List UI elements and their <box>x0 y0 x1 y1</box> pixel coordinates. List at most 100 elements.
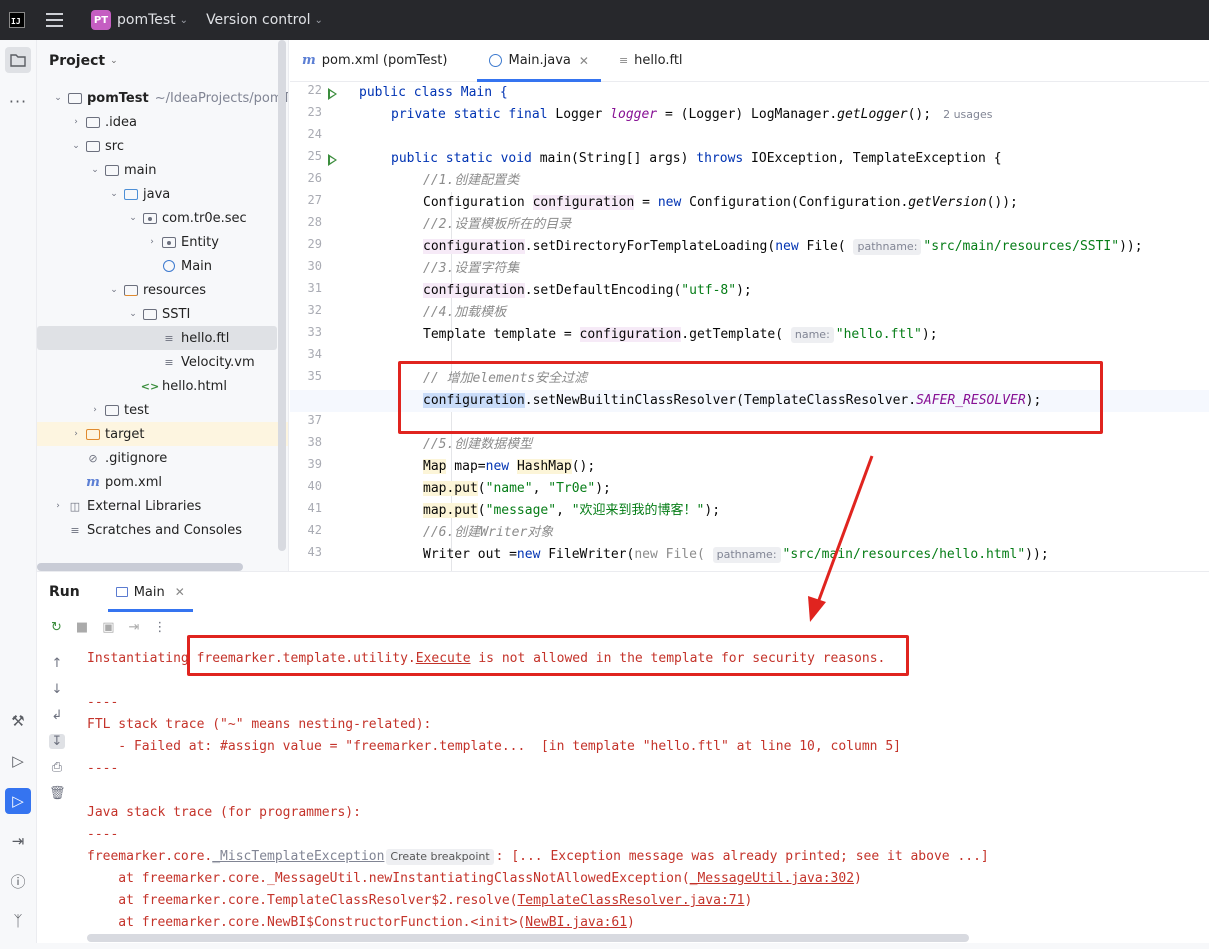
tree-item-pomtest[interactable]: ⌄ pomTest ~/IdeaProjects/pomTe <box>37 86 288 110</box>
console-icon <box>115 587 128 597</box>
console-line: at freemarker.core._MessageUtil.newInsta… <box>87 871 862 886</box>
maven-file-icon: m <box>302 53 316 68</box>
tree-item-scratches[interactable]: ≡ Scratches and Consoles <box>37 518 288 542</box>
console-output[interactable]: Instantiating freemarker.template.utilit… <box>87 648 1209 938</box>
run-side-toolbar: ↑ ↓ ↲ ↧ ⎙ 🗑 <box>37 650 75 949</box>
problems-icon[interactable]: ⓘ <box>5 868 31 894</box>
tree-item-idea[interactable]: › .idea <box>37 110 288 134</box>
tree-item-label: Velocity.vm <box>181 354 255 370</box>
usages-hint[interactable]: 2 usages <box>943 108 992 121</box>
services-icon[interactable]: ▷ <box>5 748 31 774</box>
chevron-down-icon[interactable]: ⌄ <box>107 189 121 199</box>
project-vertical-scrollbar[interactable] <box>278 40 286 551</box>
print-icon[interactable]: ⎙ <box>49 760 65 775</box>
chevron-down-icon: ⌄ <box>110 56 118 66</box>
line-number: 41 <box>307 501 322 515</box>
tree-item-entity[interactable]: › Entity <box>37 230 288 254</box>
tree-item-velocity[interactable]: ≡ Velocity.vm <box>37 350 288 374</box>
project-badge[interactable]: PT <box>91 10 111 30</box>
tree-item-main[interactable]: ⌄ main <box>37 158 288 182</box>
close-icon[interactable]: ✕ <box>175 585 185 599</box>
chevron-down-icon[interactable]: ⌄ <box>88 165 102 175</box>
project-horizontal-scrollbar[interactable] <box>37 563 243 571</box>
left-tool-strip: ··· ⚒ ▷ ▷ ⇥ ⓘ ᛉ <box>0 40 37 949</box>
close-icon[interactable]: ✕ <box>579 54 589 68</box>
git-icon[interactable]: ᛉ <box>5 908 31 934</box>
soft-wrap-icon[interactable]: ↲ <box>49 708 65 723</box>
tree-item-pom[interactable]: m pom.xml <box>37 470 288 494</box>
tab-hello-ftl[interactable]: ≡ hello.ftl <box>607 40 695 81</box>
run-gutter-icon[interactable] <box>328 88 337 100</box>
chevron-down-icon[interactable]: ⌄ <box>51 93 65 103</box>
build-hammer-icon[interactable]: ⚒ <box>5 708 31 734</box>
maven-file-icon: m <box>86 474 100 490</box>
param-hint: name: <box>790 327 834 343</box>
version-control-menu[interactable]: Version control <box>206 12 310 28</box>
text-file-icon: ≡ <box>164 331 174 345</box>
console-horizontal-scrollbar[interactable] <box>87 934 969 942</box>
tree-item-test[interactable]: › test <box>37 398 288 422</box>
chevron-right-icon[interactable]: › <box>51 501 65 511</box>
main-menu-icon[interactable] <box>46 13 63 27</box>
tree-item-package[interactable]: ⌄ com.tr0e.sec <box>37 206 288 230</box>
source-link[interactable]: _MessageUtil.java:302 <box>690 871 854 886</box>
module-folder-icon <box>67 91 83 105</box>
rerun-icon[interactable]: ↻ <box>51 620 62 635</box>
chevron-down-icon[interactable]: ⌄ <box>126 309 140 319</box>
folder-icon <box>104 163 120 177</box>
chevron-down-icon[interactable]: ⌄ <box>69 141 83 151</box>
intellij-logo-icon[interactable]: IJ <box>9 12 25 28</box>
tree-item-main-class[interactable]: Main <box>37 254 288 278</box>
chevron-down-icon[interactable]: ⌄ <box>107 285 121 295</box>
line-number: 32 <box>307 303 322 317</box>
code-line-26: //1.创建配置类 <box>423 173 520 188</box>
line-number: 39 <box>307 457 322 471</box>
tab-main-java[interactable]: Main.java ✕ <box>477 40 602 82</box>
tree-item-hello-html[interactable]: <> hello.html <box>37 374 288 398</box>
terminal-icon[interactable]: ⇥ <box>5 828 31 854</box>
run-tool-icon[interactable]: ▷ <box>5 788 31 814</box>
camera-icon[interactable]: ▣ <box>102 620 114 635</box>
run-tab-main[interactable]: Main ✕ <box>107 572 193 612</box>
source-link[interactable]: TemplateClassResolver.java:71 <box>517 893 744 908</box>
project-panel-header[interactable]: Project ⌄ <box>37 40 288 82</box>
tree-item-hello-ftl[interactable]: ≡ hello.ftl <box>37 326 277 350</box>
tree-item-external-libraries[interactable]: › ◫ External Libraries <box>37 494 288 518</box>
line-number: 34 <box>307 347 322 361</box>
chevron-right-icon[interactable]: › <box>69 117 83 127</box>
tab-pom-xml[interactable]: m pom.xml (pomTest) <box>290 40 459 81</box>
tree-item-ssti[interactable]: ⌄ SSTI <box>37 302 288 326</box>
chevron-right-icon[interactable]: › <box>88 405 102 415</box>
chevron-right-icon[interactable]: › <box>69 429 83 439</box>
arrow-down-icon[interactable]: ↓ <box>49 682 65 697</box>
code-area[interactable]: public class Main { private static final… <box>290 82 1209 571</box>
trash-icon[interactable]: 🗑 <box>49 786 66 801</box>
chevron-down-icon[interactable]: ⌄ <box>126 213 140 223</box>
chevron-right-icon[interactable]: › <box>145 237 159 247</box>
exit-icon[interactable]: ⇥ <box>129 620 140 635</box>
run-tab-label: Main <box>133 584 165 600</box>
console-line: Java stack trace (for programmers): <box>87 805 361 820</box>
source-link[interactable]: NewBI.java:61 <box>525 915 627 930</box>
status-bar <box>0 943 1209 949</box>
scroll-to-end-icon[interactable]: ↧ <box>49 734 65 749</box>
run-gutter-icon[interactable] <box>328 154 337 166</box>
arrow-up-icon[interactable]: ↑ <box>49 656 65 671</box>
create-breakpoint-button[interactable]: Create breakpoint <box>386 849 494 865</box>
line-number: 30 <box>307 259 322 273</box>
excluded-folder-icon <box>85 427 101 441</box>
tree-item-target[interactable]: › target <box>37 422 288 446</box>
tree-item-java[interactable]: ⌄ java <box>37 182 288 206</box>
exception-link[interactable]: _MiscTemplateException <box>212 849 384 864</box>
tree-item-src[interactable]: ⌄ src <box>37 134 288 158</box>
more-options-icon[interactable]: ⋮ <box>153 620 166 635</box>
console-line: ---- <box>87 695 119 710</box>
tree-item-gitignore[interactable]: ⊘ .gitignore <box>37 446 288 470</box>
tab-label: Main.java <box>508 53 571 68</box>
more-tools-icon[interactable]: ··· <box>5 88 31 114</box>
project-tool-folder-icon[interactable] <box>5 47 31 73</box>
tree-item-resources[interactable]: ⌄ resources <box>37 278 288 302</box>
stop-icon[interactable]: ■ <box>76 620 88 635</box>
console-line: FTL stack trace ("~" means nesting-relat… <box>87 717 432 732</box>
project-switcher[interactable]: pomTest <box>117 12 176 28</box>
